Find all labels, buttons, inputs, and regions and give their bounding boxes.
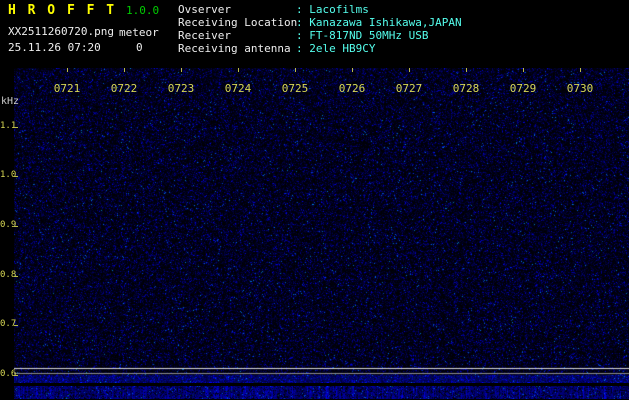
- freq-label: 0.7: [0, 319, 17, 329]
- meteor-label: meteor: [119, 26, 159, 39]
- hrofft-output: H R O F F T 1.0.0 XX2511260720.png meteo…: [0, 0, 629, 400]
- app-version: 1.0.0: [126, 4, 160, 17]
- info-value: : Kanazawa Ishikawa,JAPAN: [296, 16, 462, 29]
- station-info: Ovserver: Lacofilms Receiving Location: …: [178, 3, 462, 55]
- info-row-observer: Ovserver : Lacofilms: [178, 3, 462, 16]
- info-label: Ovserver: [178, 3, 231, 16]
- info-row-receiver: Receiver : FT-817ND 50MHz USB: [178, 29, 462, 42]
- freq-label: 1.0: [0, 170, 17, 180]
- info-label: Receiving Location: [178, 16, 298, 29]
- meteor-count: 0: [136, 41, 143, 54]
- info-label: Receiving antenna: [178, 42, 291, 55]
- info-value: : Lacofilms: [296, 3, 369, 16]
- freq-label: 0.8: [0, 270, 17, 280]
- info-row-location: Receiving Location: Kanazawa Ishikawa,JA…: [178, 16, 462, 29]
- info-value: : 2ele HB9CY: [296, 42, 376, 55]
- spectrogram-canvas: [14, 68, 629, 383]
- app-title: H R O F F T: [8, 3, 117, 18]
- signal-level-canvas: [14, 386, 629, 399]
- freq-label: 0.6: [0, 369, 17, 379]
- info-value: : FT-817ND 50MHz USB: [296, 29, 429, 42]
- observation-datetime: 25.11.26 07:20: [8, 41, 101, 54]
- info-label: Receiver: [178, 29, 231, 42]
- freq-label: 1.1: [0, 121, 17, 131]
- output-filename: XX2511260720.png: [8, 25, 114, 38]
- info-row-antenna: Receiving antenna : 2ele HB9CY: [178, 42, 462, 55]
- header: H R O F F T 1.0.0 XX2511260720.png meteo…: [0, 0, 629, 68]
- freq-label: 0.9: [0, 220, 17, 230]
